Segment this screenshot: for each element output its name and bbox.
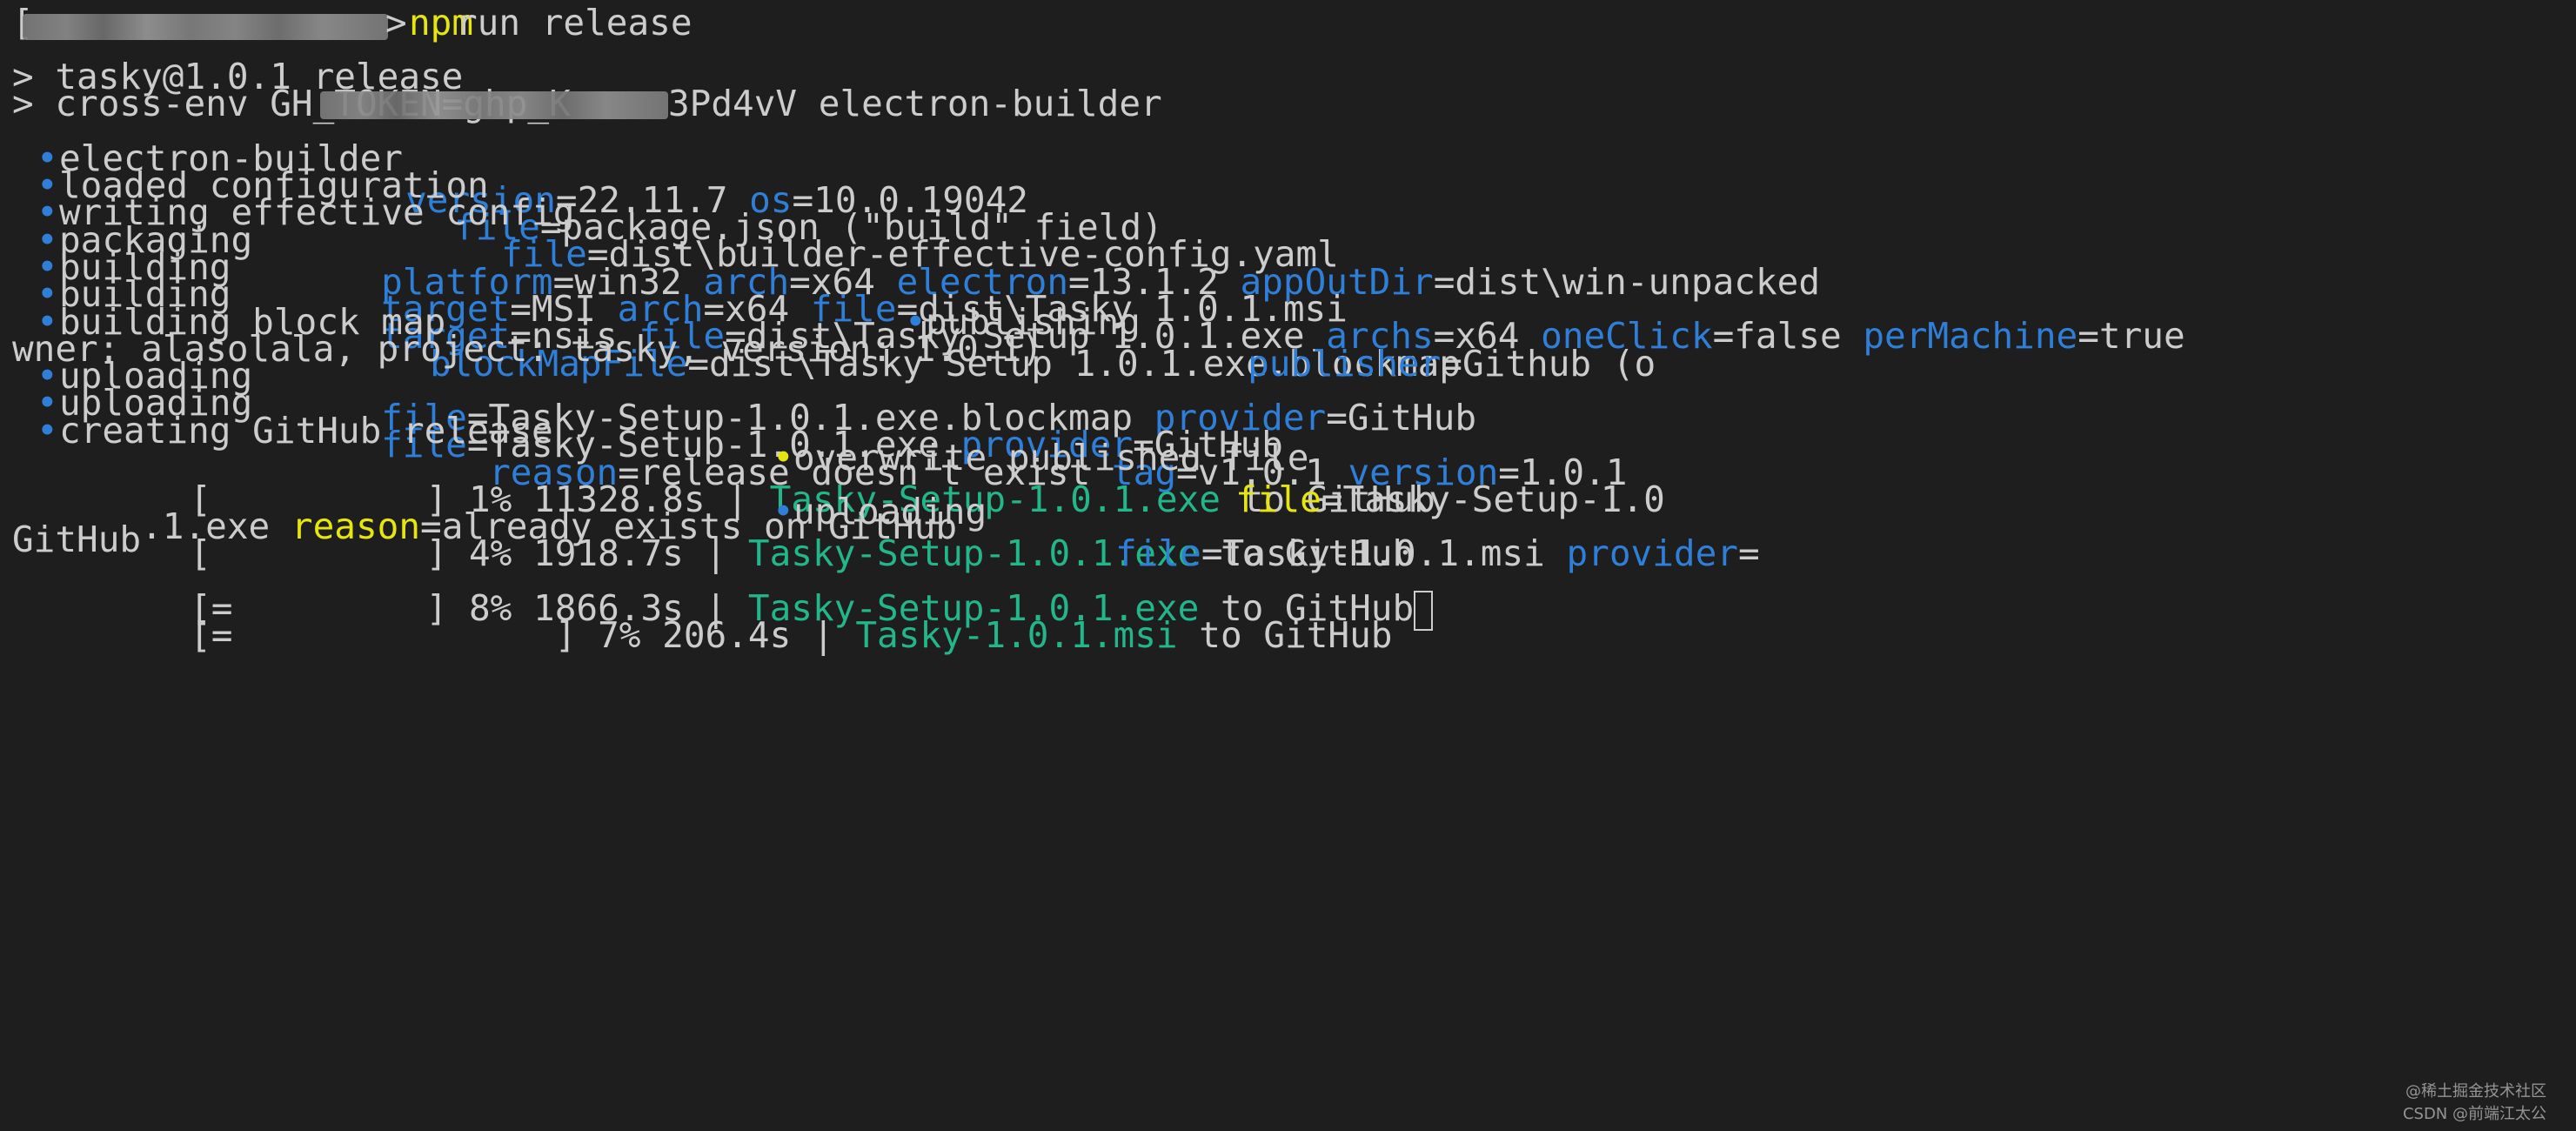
redacted-path <box>23 14 388 40</box>
terminal-output[interactable]: [ > npm run release > tasky@1.0.1 releas… <box>0 0 2576 1131</box>
progress-line-4: [= ] 7% 206.4s | Tasky-1.0.1.msi to GitH… <box>0 572 2576 656</box>
watermark: @稀土掘金技术社区 CSDN @前端江太公 <box>2403 1081 2546 1126</box>
prompt-line: [ > npm run release <box>0 2 2576 53</box>
watermark-line-1: @稀土掘金技术社区 <box>2405 1082 2546 1101</box>
script-line-2: > cross-env GH_TOKEN=ghp_K 3Pd4vV electr… <box>0 83 2576 134</box>
command-args: run release <box>456 2 693 44</box>
script-command-suffix: 3Pd4vV electron-builder <box>668 83 1162 124</box>
progress-bar: [= ] 7% 206.4s | <box>190 614 856 656</box>
prompt-symbol: > <box>385 2 407 44</box>
watermark-line-2: CSDN @前端江太公 <box>2402 1105 2546 1123</box>
progress-file: Tasky-1.0.1.msi <box>855 614 1178 656</box>
redacted-token <box>320 91 668 119</box>
progress-destination: to GitHub <box>1177 614 1393 656</box>
